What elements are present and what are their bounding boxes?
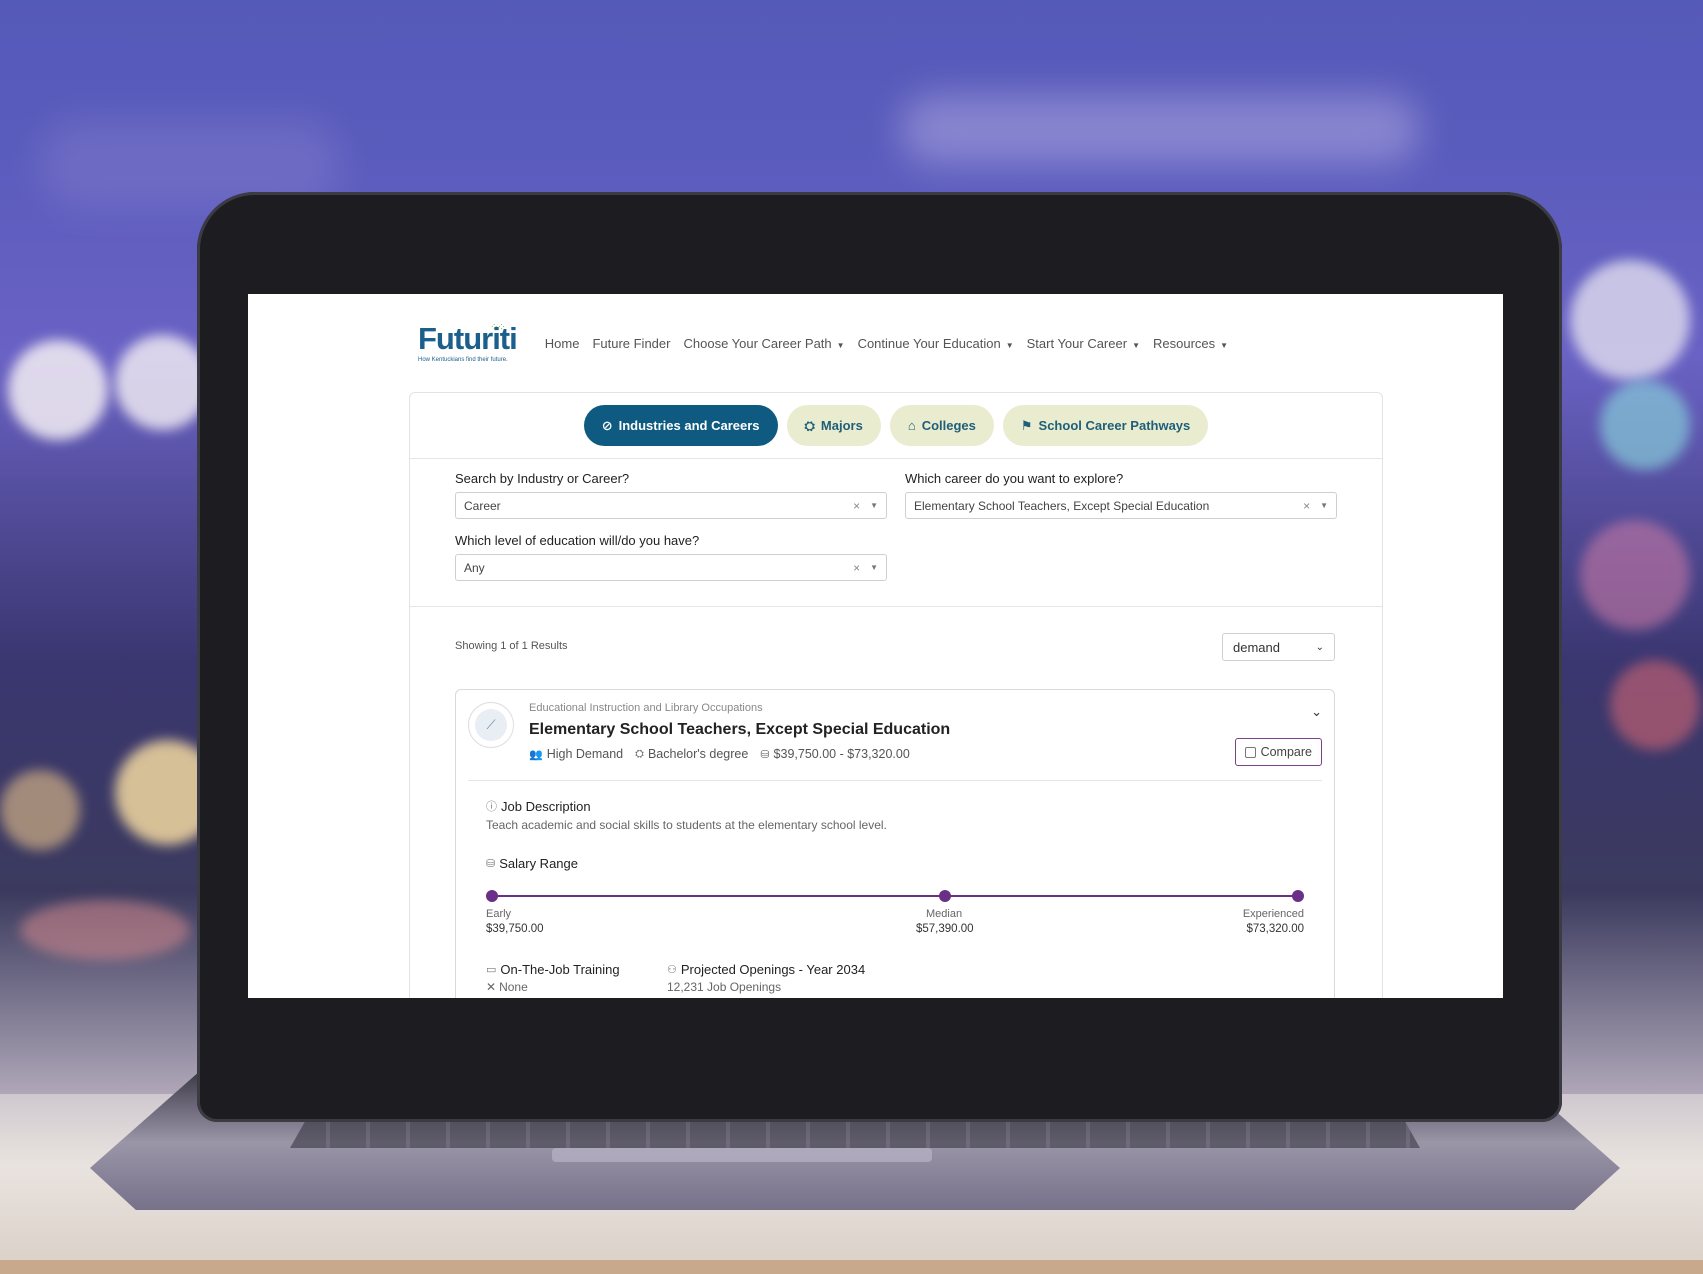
salary-median-dot	[939, 890, 951, 902]
career-card: ⟋ Educational Instruction and Library Oc…	[455, 689, 1335, 998]
education-label: Which level of education will/do you hav…	[455, 533, 700, 548]
caret-down-icon: ▼	[1132, 340, 1140, 350]
bokeh-light	[0, 770, 80, 850]
degree-badge: ⛭ Bachelor's degree	[635, 747, 749, 761]
salary-badge: ⛁ $39,750.00 - $73,320.00	[760, 747, 910, 761]
salary-experienced-dot	[1292, 890, 1304, 902]
salary-experienced-value: $73,320.00	[1246, 923, 1304, 935]
bokeh-band	[900, 95, 1420, 165]
people-network-icon: ⚇	[667, 964, 677, 976]
bokeh-light	[115, 335, 210, 430]
salary-experienced-label: Experienced	[1242, 908, 1304, 920]
building-columns-icon: ⌂	[907, 418, 916, 433]
results-bar: Showing 1 of 1 Results demand ⌄	[455, 633, 1335, 661]
career-label: Which career do you want to explore?	[905, 471, 1124, 486]
salary-early-label: Early	[486, 908, 512, 920]
compare-checkbox[interactable]: Compare	[1234, 738, 1322, 766]
top-navigation: Futuriti ⁘⁘ How Kentuckians find their f…	[418, 320, 1318, 366]
career-title[interactable]: Elementary School Teachers, Except Speci…	[529, 721, 950, 739]
chart-trend-icon: ⟋	[475, 709, 507, 741]
x-icon: ✕	[486, 980, 497, 994]
salary-range-line	[491, 895, 1299, 897]
search-by-group: Search by Industry or Career? Career × ▼	[455, 471, 887, 519]
search-by-label: Search by Industry or Career?	[455, 471, 630, 486]
bokeh-light	[1600, 380, 1690, 470]
bokeh-light	[1580, 520, 1690, 630]
salary-early-value: $39,750.00	[486, 923, 544, 935]
search-by-select[interactable]: Career × ▼	[455, 492, 887, 519]
checkbox-icon[interactable]	[1244, 746, 1256, 758]
card-divider	[468, 780, 1322, 781]
clear-icon[interactable]: ×	[853, 561, 860, 575]
training-heading: ▭ On-The-Job Training	[486, 962, 620, 977]
salary-range-heading: ⛁ Salary Range	[486, 856, 578, 871]
nav-home[interactable]: Home	[545, 336, 580, 351]
education-select[interactable]: Any × ▼	[455, 554, 887, 581]
money-icon: ⛁	[760, 748, 770, 761]
nav-resources[interactable]: Resources ▼	[1153, 336, 1228, 351]
laptop-trackpad	[552, 1148, 932, 1162]
chevron-down-icon: ⌄	[1315, 641, 1324, 653]
money-icon: ⛁	[486, 858, 496, 870]
job-description-heading: ⓘ Job Description	[486, 798, 591, 814]
bokeh-light	[20, 900, 190, 960]
graduation-cap-icon: ⛭	[635, 747, 644, 760]
dropdown-arrow-icon[interactable]: ▼	[870, 501, 878, 510]
bokeh-light	[1610, 660, 1700, 750]
openings-value: 12,231 Job Openings	[667, 980, 782, 994]
career-group: Which career do you want to explore? Ele…	[905, 471, 1337, 519]
salary-median-label: Median	[926, 908, 963, 920]
bokeh-light	[8, 340, 108, 440]
compass-icon: ⊘	[601, 417, 613, 433]
nav-future-finder[interactable]: Future Finder	[592, 336, 670, 351]
training-value: ✕ None	[486, 980, 528, 994]
clear-icon[interactable]: ×	[853, 499, 860, 513]
openings-heading: ⚇ Projected Openings - Year 2034	[667, 962, 866, 977]
category-tabs: ⊘ Industries and Careers ⛭ Majors ⌂ Coll…	[410, 393, 1382, 459]
tab-school-career-pathways[interactable]: ⚑ School Career Pathways	[1002, 405, 1209, 446]
sort-select[interactable]: demand ⌄	[1222, 633, 1335, 661]
bokeh-light	[1570, 260, 1690, 380]
job-description-text: Teach academic and social skills to stud…	[486, 818, 887, 832]
explorer-panel: ⊘ Industries and Careers ⛭ Majors ⌂ Coll…	[409, 392, 1383, 998]
salary-median-value: $57,390.00	[916, 923, 974, 935]
users-icon: 👥	[529, 748, 543, 761]
desk-edge	[0, 1260, 1703, 1274]
laptop-screen: Futuriti ⁘⁘ How Kentuckians find their f…	[248, 294, 1503, 998]
logo-sun-icon: ⁘⁘	[490, 321, 506, 333]
dropdown-arrow-icon[interactable]: ▼	[870, 563, 878, 572]
expand-chevron-icon[interactable]: ⌄	[1311, 704, 1322, 720]
futuriti-logo[interactable]: Futuriti ⁘⁘ How Kentuckians find their f…	[418, 321, 518, 363]
card-icon: ⟋	[468, 702, 514, 748]
salary-range-slider	[486, 890, 1304, 902]
search-filters: Search by Industry or Career? Career × ▼…	[410, 459, 1382, 607]
clear-icon[interactable]: ×	[1303, 499, 1310, 513]
caret-down-icon: ▼	[836, 340, 845, 350]
results-count: Showing 1 of 1 Results	[455, 640, 568, 652]
education-group: Which level of education will/do you hav…	[455, 533, 887, 581]
career-select[interactable]: Elementary School Teachers, Except Speci…	[905, 492, 1337, 519]
tab-colleges[interactable]: ⌂ Colleges	[889, 405, 994, 446]
graduation-cap-icon: ⛭	[804, 417, 815, 433]
nav-choose-career-path[interactable]: Choose Your Career Path ▼	[683, 336, 844, 351]
nav-start-career[interactable]: Start Your Career ▼	[1027, 336, 1140, 351]
logo-tagline: How Kentuckians find their future.	[418, 356, 508, 363]
nav-continue-education[interactable]: Continue Your Education ▼	[858, 336, 1014, 351]
signpost-icon: ⚑	[1020, 417, 1033, 433]
monitor-icon: ▭	[486, 964, 497, 976]
info-icon: ⓘ	[486, 801, 497, 813]
salary-early-dot	[486, 890, 498, 902]
tab-industries-careers[interactable]: ⊘ Industries and Careers	[583, 405, 778, 446]
career-category: Educational Instruction and Library Occu…	[529, 702, 763, 714]
caret-down-icon: ▼	[1220, 340, 1229, 350]
career-meta: 👥 High Demand ⛭ Bachelor's degree ⛁ $39,750…	[529, 747, 910, 761]
caret-down-icon: ▼	[1005, 340, 1014, 350]
demand-badge: 👥 High Demand	[529, 747, 624, 761]
dropdown-arrow-icon[interactable]: ▼	[1320, 501, 1328, 510]
tab-majors[interactable]: ⛭ Majors	[786, 405, 881, 446]
